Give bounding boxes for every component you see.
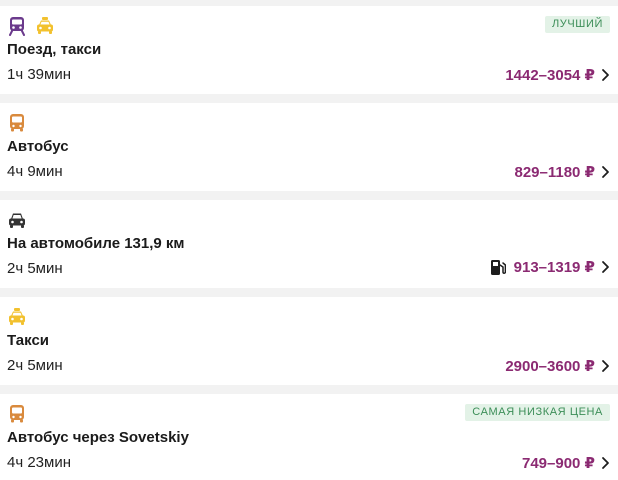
chevron-right-icon [602,69,609,81]
price-range: 913–1319 ₽ [513,259,595,276]
best-badge: ЛУЧШИЙ [544,16,610,33]
route-duration: 2ч 5мин [7,357,63,374]
route-title: Такси [7,332,50,349]
route-price[interactable]: 749–900 ₽ [522,454,610,472]
route-title: Поезд, такси [7,41,102,58]
route-card-car[interactable]: На автомобиле 131,9 км 2ч 5мин 913–1319 … [0,200,618,288]
route-card-taxi[interactable]: Такси 2ч 5мин 2900–3600 ₽ [0,297,618,385]
route-price[interactable]: 913–1319 ₽ [490,258,610,276]
taxi-icon [37,17,53,34]
price-range: 829–1180 ₽ [514,164,595,181]
price-range: 2900–3600 ₽ [505,358,595,375]
route-icons [7,113,27,133]
taxi-icon [9,308,25,325]
chevron-right-icon [602,166,609,178]
route-duration: 4ч 9мин [7,163,63,180]
price-range: 1442–3054 ₽ [505,67,595,84]
route-card-bus-sovetskiy[interactable]: САМАЯ НИЗКАЯ ЦЕНА Автобус через Sovetski… [0,394,618,480]
route-options-list: ЛУЧШИЙ Поезд, такси 1ч 39мин 1442–3054 ₽… [0,0,618,480]
route-title: На автомобиле 131,9 км [7,235,185,252]
train-icon [9,17,25,36]
price-range: 749–900 ₽ [521,455,595,472]
bus-icon [10,405,24,423]
chevron-right-icon [602,457,609,469]
route-title: Автобус через Sovetskiy [7,429,189,446]
route-duration: 4ч 23мин [7,454,71,471]
route-title: Автобус [7,138,69,155]
route-card-train-taxi[interactable]: ЛУЧШИЙ Поезд, такси 1ч 39мин 1442–3054 ₽ [0,6,618,94]
route-icons [7,210,27,230]
fuel-pump-icon [490,259,506,275]
route-duration: 1ч 39мин [7,66,71,83]
bus-icon [10,114,24,132]
route-price[interactable]: 829–1180 ₽ [514,163,610,181]
route-duration: 2ч 5мин [7,260,63,277]
route-card-bus[interactable]: Автобус 4ч 9мин 829–1180 ₽ [0,103,618,191]
route-price[interactable]: 1442–3054 ₽ [505,66,610,84]
chevron-right-icon [602,261,609,273]
chevron-right-icon [602,360,609,372]
lowest-price-badge: САМАЯ НИЗКАЯ ЦЕНА [465,404,610,421]
route-icons [7,307,27,327]
route-price[interactable]: 2900–3600 ₽ [505,357,610,375]
route-icons [7,404,27,424]
route-icons [7,16,55,36]
car-icon [9,213,25,228]
